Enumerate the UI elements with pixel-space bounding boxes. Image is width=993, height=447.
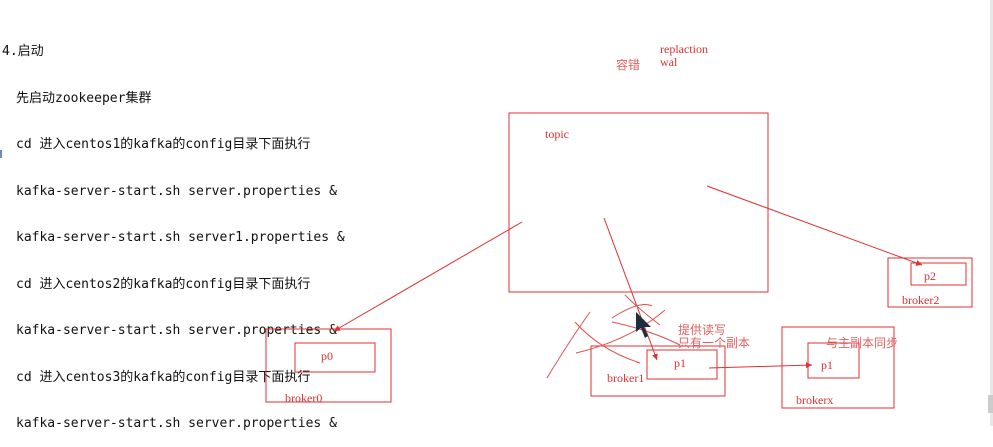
replication-label: replaction: [660, 42, 708, 56]
broker1-label: broker1: [607, 371, 644, 385]
p2-box: [910, 262, 967, 286]
leader-note-2: 只有一个副本: [678, 336, 750, 350]
fault-tolerance-label: 容错: [616, 57, 640, 72]
p0-box: [294, 342, 376, 373]
follower-note: 与主副本同步: [826, 336, 898, 350]
p0-label: p0: [321, 349, 333, 363]
topic-label: topic: [545, 127, 569, 141]
kafka-diagram: replaction wal 容错 topic p0 broker0 p1 br…: [265, 42, 973, 409]
arrow-topic-to-p0: [333, 221, 523, 332]
brokerx-label: brokerx: [796, 393, 833, 407]
arrow-topic-to-p2: [706, 185, 923, 266]
p1-follower-label: p1: [821, 358, 833, 372]
leader-note-1: 提供读写: [678, 322, 726, 337]
p2-label: p2: [924, 269, 936, 283]
broker0-label: broker0: [285, 391, 322, 405]
arrow-topic-to-p1: [603, 217, 658, 361]
p1-leader-label: p1: [674, 356, 686, 370]
wal-label: wal: [660, 55, 678, 69]
broker2-label: broker2: [902, 293, 939, 307]
scribble-marks: [546, 294, 681, 379]
arrow-p1-sync: [708, 362, 813, 369]
scrollbar-thumb[interactable]: [988, 395, 993, 413]
